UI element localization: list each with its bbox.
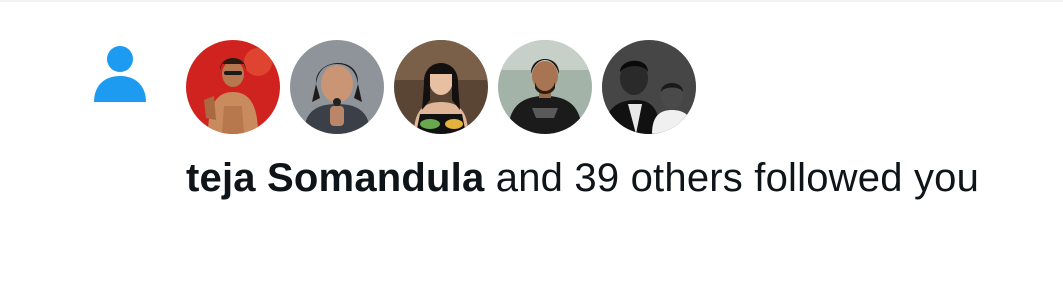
- follower-name-link[interactable]: teja Somandula: [186, 156, 484, 200]
- follower-avatar-3[interactable]: [394, 40, 488, 134]
- follower-avatar-1[interactable]: [186, 40, 280, 134]
- follower-avatar-5[interactable]: [602, 40, 696, 134]
- person-icon: [92, 44, 148, 102]
- follower-avatar-4[interactable]: [498, 40, 592, 134]
- message-rest-text: and 39 others followed you: [484, 156, 980, 200]
- follower-avatar-2[interactable]: [290, 40, 384, 134]
- notification-message: teja Somandula and 39 others followed yo…: [186, 150, 1026, 206]
- follower-avatars: [186, 40, 696, 134]
- follow-notification[interactable]: teja Somandula and 39 others followed yo…: [0, 0, 1063, 299]
